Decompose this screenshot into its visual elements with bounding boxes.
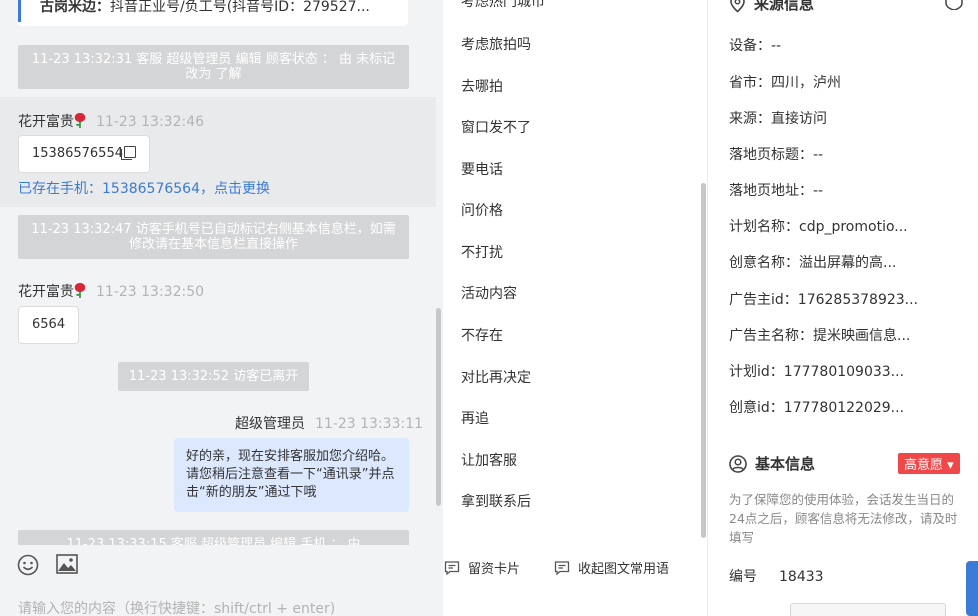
side-tab-button[interactable] [966, 561, 978, 616]
copy-icon[interactable] [120, 146, 136, 160]
system-message: 11-23 13:32:31 客服 超级管理员 编辑 顾客状态 ： 由 未标记 … [18, 45, 409, 89]
agent-sender: 超级管理员 11-23 13:33:11 [235, 413, 423, 433]
rose-icon [74, 113, 86, 128]
source-info-title: 来源信息 [754, 0, 815, 13]
location-icon [730, 0, 745, 13]
smile-icon[interactable] [17, 554, 39, 576]
info-field-page-title: 落地页标题：-- [729, 147, 824, 163]
system-message: 11-23 13:32:47 访客手机号已自动标记右侧基本信息栏，如需修改请在基… [18, 215, 409, 259]
info-field-creative-id: 创意id：177780122029... [729, 400, 905, 416]
quick-reply-item[interactable]: 拿到联系后 [461, 491, 531, 511]
chat-message-list[interactable]: 古岗米边：抖音正业号/负工号(抖音号ID：279527... 11-23 13:… [0, 0, 443, 545]
info-field-device: 设备：-- [729, 38, 782, 54]
visitor-sender: 花开富贵 11-23 13:32:50 [18, 281, 204, 301]
source-card: 古岗米边：抖音正业号/负工号(抖音号ID：279527... [18, 0, 408, 26]
exist-phone-link[interactable]: 已存在手机：15386576564，点击更换 [18, 178, 270, 198]
source-info-heading: 来源信息 [729, 0, 814, 14]
system-message: 11-23 13:33:15 客服 超级管理员 编辑 手机 ： 由 153865… [18, 530, 409, 545]
customer-info-panel: 来源信息 设备：-- 省市：四川，泸州 来源：直接访问 落地页标题：-- 落地页… [708, 0, 978, 616]
visitor-text: 15386576554 [32, 146, 123, 161]
quick-reply-item[interactable]: 活动内容 [461, 283, 517, 303]
caret-down-icon: ▾ [943, 458, 954, 473]
agent-time: 11-23 13:33:11 [315, 416, 424, 432]
visitor-time: 11-23 13:32:50 [96, 284, 205, 300]
quick-reply-scrollbar[interactable] [701, 183, 706, 538]
basic-info-title: 基本信息 [755, 455, 816, 473]
info-field-advertiser-name: 广告主名称：提米映画信息... [729, 328, 911, 344]
agent-name: 超级管理员 [235, 416, 305, 432]
user-icon [729, 454, 747, 473]
info-field-page-url: 落地页地址：-- [729, 183, 824, 199]
quick-reply-panel: 考虑热门城市 考虑旅拍吗 去哪拍 窗口发不了 要电话 问价格 不打扰 活动内容 … [443, 0, 707, 546]
system-message: 11-23 13:32:52 访客已离开 [118, 362, 309, 391]
visitor-bubble[interactable]: 15386576554 [18, 135, 150, 173]
quick-reply-item[interactable]: 让加客服 [461, 450, 517, 470]
visitor-name: 花开富贵 [18, 114, 74, 130]
visitor-bubble[interactable]: 6564 [18, 306, 80, 344]
info-field-source: 来源：直接访问 [729, 111, 827, 127]
quick-reply-item[interactable]: 考虑热门城市 [461, 0, 545, 11]
shield-icon[interactable] [944, 0, 964, 10]
leave-card-label: 留资卡片 [468, 562, 521, 577]
number-row: 编号 18433 [729, 566, 824, 586]
visitor-sender: 花开富贵 11-23 13:32:46 [18, 111, 204, 131]
quick-reply-item[interactable]: 考虑旅拍吗 [461, 34, 531, 54]
info-notice: 为了保障您的使用体验，会话发生当日的24点之后，顾客信息将无法修改，请及时填写 [729, 492, 958, 545]
quick-reply-item[interactable]: 不存在 [461, 325, 503, 345]
visitor-time: 11-23 13:32:46 [96, 114, 205, 130]
quick-reply-item[interactable]: 对比再决定 [461, 367, 531, 387]
info-field-advertiser-id: 广告主id：176285378923... [729, 292, 919, 308]
info-field-plan-name: 计划名称：cdp_promotio... [729, 219, 908, 235]
chat-input[interactable]: 请输入您的内容（换行快捷键：shift/ctrl + enter) [18, 598, 335, 616]
visitor-name: 花开富贵 [18, 284, 74, 300]
image-icon[interactable] [56, 554, 78, 574]
collapse-phrases-button[interactable]: 收起图文常用语 [554, 558, 669, 577]
info-field-creative-name: 创意名称：溢出屏幕的高... [729, 255, 897, 271]
basic-info-heading: 基本信息 [729, 453, 815, 474]
source-card-label: 古岗米边： [40, 0, 110, 15]
info-field-plan-id: 计划id：177780109033... [729, 364, 905, 380]
info-next-field[interactable] [790, 603, 946, 616]
quick-reply-item[interactable]: 再追 [461, 408, 489, 428]
source-card-accent [18, 0, 21, 22]
collapse-phrases-label: 收起图文常用语 [578, 562, 670, 577]
rose-icon [74, 283, 86, 298]
quick-reply-item[interactable]: 问价格 [461, 200, 503, 220]
number-label: 编号 [729, 569, 757, 585]
intent-badge[interactable]: 高意愿 ▾ [898, 453, 960, 474]
source-card-value: 抖音正业号/负工号(抖音号ID：279527... [110, 0, 370, 15]
quick-reply-item[interactable]: 不打扰 [461, 242, 503, 262]
info-field-province: 省市：四川，泸州 [729, 75, 841, 91]
leave-card-button[interactable]: 留资卡片 [444, 558, 520, 577]
chat-scrollbar[interactable] [436, 308, 441, 506]
quick-reply-item[interactable]: 去哪拍 [461, 76, 503, 96]
number-value: 18433 [779, 569, 824, 585]
agent-bubble[interactable]: 好的亲，现在安排客服加您介绍哈。请您稍后注意查看一下“通讯录”并点击“新的朋友”… [174, 438, 409, 512]
message-icon [444, 560, 460, 575]
app-root: 古岗米边：抖音正业号/负工号(抖音号ID：279527... 11-23 13:… [0, 0, 978, 616]
chat-panel: 古岗米边：抖音正业号/负工号(抖音号ID：279527... 11-23 13:… [0, 0, 443, 616]
quick-reply-item[interactable]: 要电话 [461, 159, 503, 179]
quick-reply-item[interactable]: 窗口发不了 [461, 117, 531, 137]
message-icon [554, 560, 570, 575]
